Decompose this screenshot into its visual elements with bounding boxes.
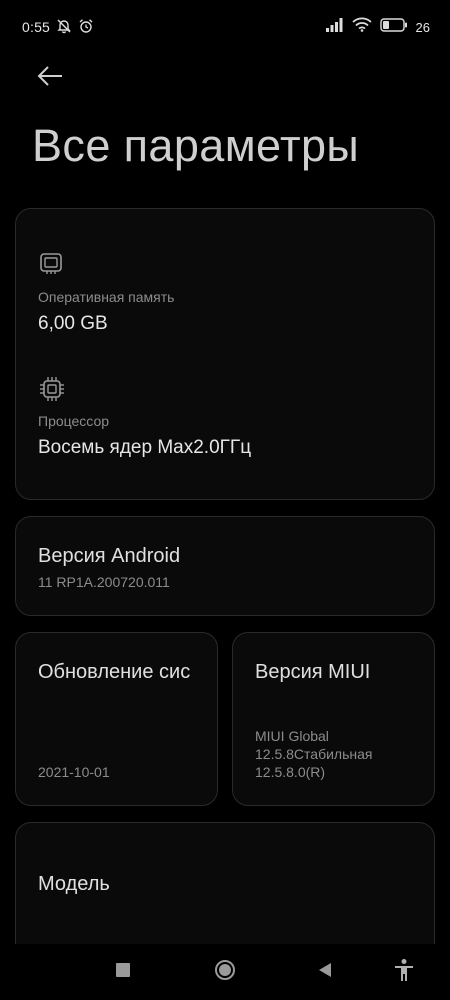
- navigation-bar: [0, 944, 450, 1000]
- android-version-title: Версия Android: [38, 545, 181, 567]
- miui-version-title: Версия MIUI: [255, 661, 371, 683]
- accessibility-icon: [393, 958, 415, 987]
- miui-version-line2: 12.5.8Стабильная: [255, 746, 373, 762]
- ram-label: Оперативная память: [38, 289, 175, 305]
- status-left-icons: [56, 18, 94, 39]
- battery-percent: 26: [415, 19, 430, 35]
- back-button[interactable]: [30, 60, 70, 96]
- arrow-left-icon: [36, 65, 64, 92]
- signal-icon: [325, 17, 344, 37]
- back-nav-button[interactable]: [313, 960, 337, 984]
- miui-version-card[interactable]: Версия MIUI MIUI Global 12.5.8Стабильная…: [232, 632, 435, 806]
- page-title: Все параметры: [32, 120, 360, 171]
- processor-icon: [38, 375, 66, 408]
- system-update-date: 2021-10-01: [38, 764, 110, 780]
- miui-version-line3: 12.5.8.0(R): [255, 764, 326, 780]
- system-update-card[interactable]: Обновление сис 2021-10-01: [15, 632, 218, 806]
- home-button[interactable]: [213, 959, 237, 986]
- back-triangle-icon: [317, 962, 333, 983]
- cpu-value: Восемь ядер Max2.0ГГц: [38, 437, 252, 458]
- miui-version-line1: MIUI Global: [255, 728, 329, 744]
- cpu-label: Процессор: [38, 413, 110, 429]
- recents-icon: [116, 962, 130, 982]
- status-time: 0:55: [22, 19, 51, 35]
- status-bar: 0:55 26: [0, 0, 450, 56]
- android-version-value: 11 RP1A.200720.011: [38, 574, 170, 590]
- system-update-title: Обновление сис: [38, 661, 191, 683]
- wifi-icon: [351, 17, 372, 37]
- android-version-card[interactable]: Версия Android 11 RP1A.200720.011: [15, 516, 435, 616]
- home-icon: [214, 959, 236, 986]
- alarm-icon: [78, 18, 94, 39]
- memory-icon: [38, 251, 66, 282]
- specs-card: Оперативная память 6,00 GB Процессор Вос…: [15, 208, 435, 500]
- ram-value: 6,00 GB: [38, 313, 108, 334]
- recents-button[interactable]: [111, 960, 135, 984]
- notifications-off-icon: [56, 18, 72, 39]
- battery-icon: [379, 17, 408, 37]
- accessibility-button[interactable]: [392, 958, 416, 987]
- model-title: Модель: [38, 873, 110, 895]
- status-right-icons: 26: [325, 17, 430, 37]
